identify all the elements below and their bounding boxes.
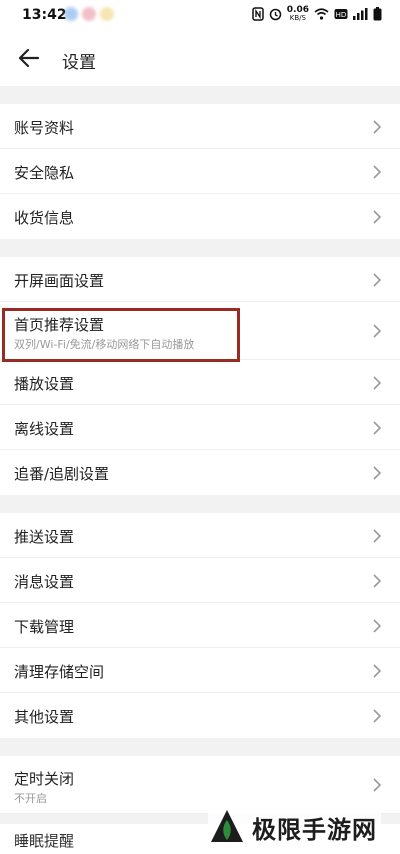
settings-item-other[interactable]: 其他设置 <box>0 693 400 738</box>
chevron-right-icon <box>373 466 382 480</box>
chevron-right-icon <box>373 574 382 588</box>
settings-item-label: 收货信息 <box>14 209 75 227</box>
settings-group-account: 账号资料 安全隐私 收货信息 <box>0 104 400 239</box>
chevron-right-icon <box>373 619 382 633</box>
settings-item-clear-storage[interactable]: 清理存储空间 <box>0 648 400 693</box>
settings-item-subtitle: 双列/Wi-Fi/免流/移动网络下自动播放 <box>14 338 195 351</box>
settings-item-label: 开屏画面设置 <box>14 272 105 290</box>
section-divider <box>0 495 400 513</box>
settings-item-label: 下载管理 <box>14 618 75 636</box>
watermark: 极限手游网 <box>208 808 381 846</box>
chevron-right-icon <box>373 709 382 723</box>
status-indicators: 0.06 KB/S HD <box>252 6 382 22</box>
notification-icon <box>64 7 78 21</box>
watermark-text: 极限手游网 <box>252 815 377 844</box>
settings-item-label: 离线设置 <box>14 420 75 438</box>
section-divider <box>0 738 400 756</box>
section-divider <box>0 239 400 257</box>
settings-item-playback[interactable]: 播放设置 <box>0 360 400 405</box>
settings-item-label: 账号资料 <box>14 119 75 137</box>
notification-icon <box>100 7 114 21</box>
chevron-right-icon <box>373 664 382 678</box>
hd-icon: HD <box>334 9 348 19</box>
settings-item-offline[interactable]: 离线设置 <box>0 405 400 450</box>
settings-item-push[interactable]: 推送设置 <box>0 513 400 558</box>
chevron-right-icon <box>373 120 382 134</box>
nfc-icon <box>252 7 264 21</box>
status-time: 13:42 <box>22 7 67 23</box>
net-speed: 0.06 KB/S <box>286 5 309 23</box>
chevron-right-icon <box>373 324 382 338</box>
svg-text:HD: HD <box>336 11 347 19</box>
settings-item-label: 推送设置 <box>14 528 75 546</box>
page-title: 设置 <box>62 53 96 73</box>
settings-item-label: 其他设置 <box>14 708 75 726</box>
settings-item-label: 清理存储空间 <box>14 663 105 681</box>
signal-icon <box>353 8 368 20</box>
settings-item-sleep-timer[interactable]: 定时关闭 不开启 <box>0 756 400 814</box>
settings-group-system: 推送设置 消息设置 下载管理 清理存储空间 其他设置 <box>0 513 400 738</box>
chevron-right-icon <box>373 273 382 287</box>
back-arrow-icon[interactable] <box>16 45 42 71</box>
chevron-right-icon <box>373 165 382 179</box>
settings-item-security-privacy[interactable]: 安全隐私 <box>0 149 400 194</box>
notification-icon <box>82 7 96 21</box>
top-app-bar: 设置 <box>0 30 400 86</box>
settings-item-label: 播放设置 <box>14 375 75 393</box>
chevron-right-icon <box>373 778 382 792</box>
settings-item-label: 安全隐私 <box>14 164 75 182</box>
settings-item-account-profile[interactable]: 账号资料 <box>0 104 400 149</box>
settings-item-subtitle: 不开启 <box>14 792 47 805</box>
section-divider <box>0 86 400 104</box>
battery-icon <box>373 7 382 21</box>
chevron-right-icon <box>373 529 382 543</box>
settings-item-follow-series[interactable]: 追番/追剧设置 <box>0 450 400 495</box>
settings-item-shipping-info[interactable]: 收货信息 <box>0 194 400 239</box>
watermark-logo-icon <box>211 810 243 842</box>
settings-item-label: 消息设置 <box>14 573 75 591</box>
settings-item-label: 首页推荐设置 <box>14 316 105 334</box>
settings-group-timer: 定时关闭 不开启 <box>0 756 400 814</box>
chevron-right-icon <box>373 376 382 390</box>
chevron-right-icon <box>373 421 382 435</box>
settings-list: 账号资料 安全隐私 收货信息 开屏画面设置 首页推荐设置 双列/Wi-Fi/免流… <box>0 86 400 814</box>
settings-item-splash-screen[interactable]: 开屏画面设置 <box>0 257 400 302</box>
wifi-icon <box>314 8 329 20</box>
settings-item-downloads[interactable]: 下载管理 <box>0 603 400 648</box>
status-bar: 13:42 0.06 KB/S HD <box>0 0 400 30</box>
settings-item-home-recommend[interactable]: 首页推荐设置 双列/Wi-Fi/免流/移动网络下自动播放 <box>0 302 400 360</box>
chevron-right-icon <box>373 210 382 224</box>
alarm-icon <box>269 8 282 21</box>
settings-item-label: 追番/追剧设置 <box>14 465 110 483</box>
settings-item-label: 定时关闭 <box>14 770 75 788</box>
notification-icons <box>64 7 114 21</box>
settings-item-label: 睡眠提醒 <box>14 832 75 850</box>
settings-item-messages[interactable]: 消息设置 <box>0 558 400 603</box>
settings-group-display: 开屏画面设置 首页推荐设置 双列/Wi-Fi/免流/移动网络下自动播放 播放设置… <box>0 257 400 495</box>
